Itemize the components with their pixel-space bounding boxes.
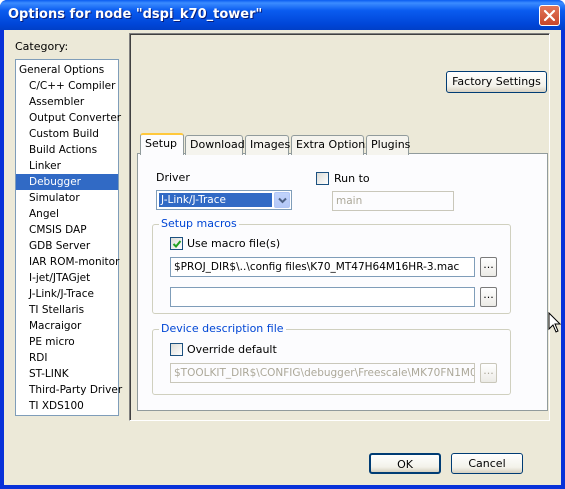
category-item[interactable]: Third-Party Driver bbox=[16, 382, 122, 398]
category-item[interactable]: Output Converter bbox=[16, 110, 121, 126]
category-item[interactable]: TI XDS100 bbox=[16, 398, 118, 414]
driver-dropdown-button[interactable] bbox=[274, 192, 290, 208]
category-item[interactable]: Linker bbox=[16, 158, 118, 174]
category-item[interactable]: Angel bbox=[16, 206, 118, 222]
category-item[interactable]: Debugger bbox=[16, 174, 118, 190]
driver-select[interactable]: J-Link/J-Trace bbox=[156, 190, 292, 210]
driver-select-value: J-Link/J-Trace bbox=[159, 193, 272, 207]
category-item[interactable]: Simulator bbox=[16, 190, 118, 206]
use-macro-label: Use macro file(s) bbox=[187, 237, 281, 250]
chevron-down-icon bbox=[278, 197, 287, 204]
category-item[interactable]: ST-LINK bbox=[16, 366, 118, 382]
run-to-field[interactable]: main bbox=[332, 191, 454, 211]
browse-device-button[interactable]: ... bbox=[480, 363, 497, 383]
device-description-title: Device description file bbox=[159, 322, 286, 335]
browse-macro-1-button[interactable]: ... bbox=[480, 257, 497, 277]
ok-button[interactable]: OK bbox=[369, 453, 441, 474]
window-title: Options for node "dspi_k70_tower" bbox=[8, 7, 263, 22]
checkmark-icon bbox=[172, 240, 182, 248]
device-description-group: Device description file bbox=[152, 322, 511, 395]
category-item[interactable]: Build Actions bbox=[16, 142, 118, 158]
macro-file-field-1[interactable]: $PROJ_DIR$\..\config files\K70_MT47H64M1… bbox=[170, 257, 475, 277]
tab-plugins[interactable]: Plugins bbox=[366, 135, 410, 155]
tab-setup[interactable]: Setup bbox=[140, 133, 184, 155]
close-button[interactable] bbox=[539, 5, 560, 26]
cancel-button[interactable]: Cancel bbox=[451, 453, 523, 474]
category-list[interactable]: General Options C/C++ Compiler Assembler Ou… bbox=[15, 59, 122, 416]
macro-file-field-2[interactable] bbox=[170, 287, 475, 307]
category-item[interactable]: Custom Build bbox=[16, 126, 118, 142]
run-to-checkbox[interactable] bbox=[316, 172, 329, 185]
category-item[interactable]: C/C++ Compiler bbox=[16, 78, 118, 94]
use-macro-checkbox[interactable] bbox=[170, 237, 183, 250]
category-item[interactable]: GDB Server bbox=[16, 238, 118, 254]
category-item[interactable]: J-Link/J-Trace bbox=[16, 286, 118, 302]
tab-download[interactable]: Download bbox=[185, 135, 245, 155]
category-item[interactable]: PE micro bbox=[16, 334, 118, 350]
category-item[interactable]: IAR ROM-monitor bbox=[16, 254, 119, 270]
factory-settings-button[interactable]: Factory Settings bbox=[446, 71, 547, 93]
category-item[interactable]: Assembler bbox=[16, 94, 118, 110]
category-item[interactable]: General Options bbox=[16, 62, 118, 78]
category-item[interactable]: I-jet/JTAGjet bbox=[16, 270, 118, 286]
browse-macro-2-button[interactable]: ... bbox=[480, 287, 497, 307]
run-to-label: Run to bbox=[334, 172, 370, 185]
title-bar[interactable]: Options for node "dspi_k70_tower" bbox=[0, 0, 565, 30]
override-default-checkbox[interactable] bbox=[170, 343, 183, 356]
resize-cursor-icon bbox=[548, 312, 562, 333]
driver-label: Driver bbox=[156, 171, 190, 184]
category-item[interactable]: RDI bbox=[16, 350, 118, 366]
setup-macros-title: Setup macros bbox=[159, 217, 239, 230]
close-icon bbox=[543, 9, 556, 22]
category-item[interactable]: TI Stellaris bbox=[16, 302, 118, 318]
category-label: Category: bbox=[15, 40, 69, 53]
tab-extra-options[interactable]: Extra Options bbox=[291, 135, 371, 155]
tab-images[interactable]: Images bbox=[245, 135, 290, 155]
device-file-field[interactable]: $TOOLKIT_DIR$\CONFIG\debugger\Freescale\… bbox=[170, 363, 475, 383]
category-item[interactable]: Macraigor bbox=[16, 318, 118, 334]
category-item[interactable]: CMSIS DAP bbox=[16, 222, 118, 238]
override-default-label: Override default bbox=[187, 343, 277, 356]
